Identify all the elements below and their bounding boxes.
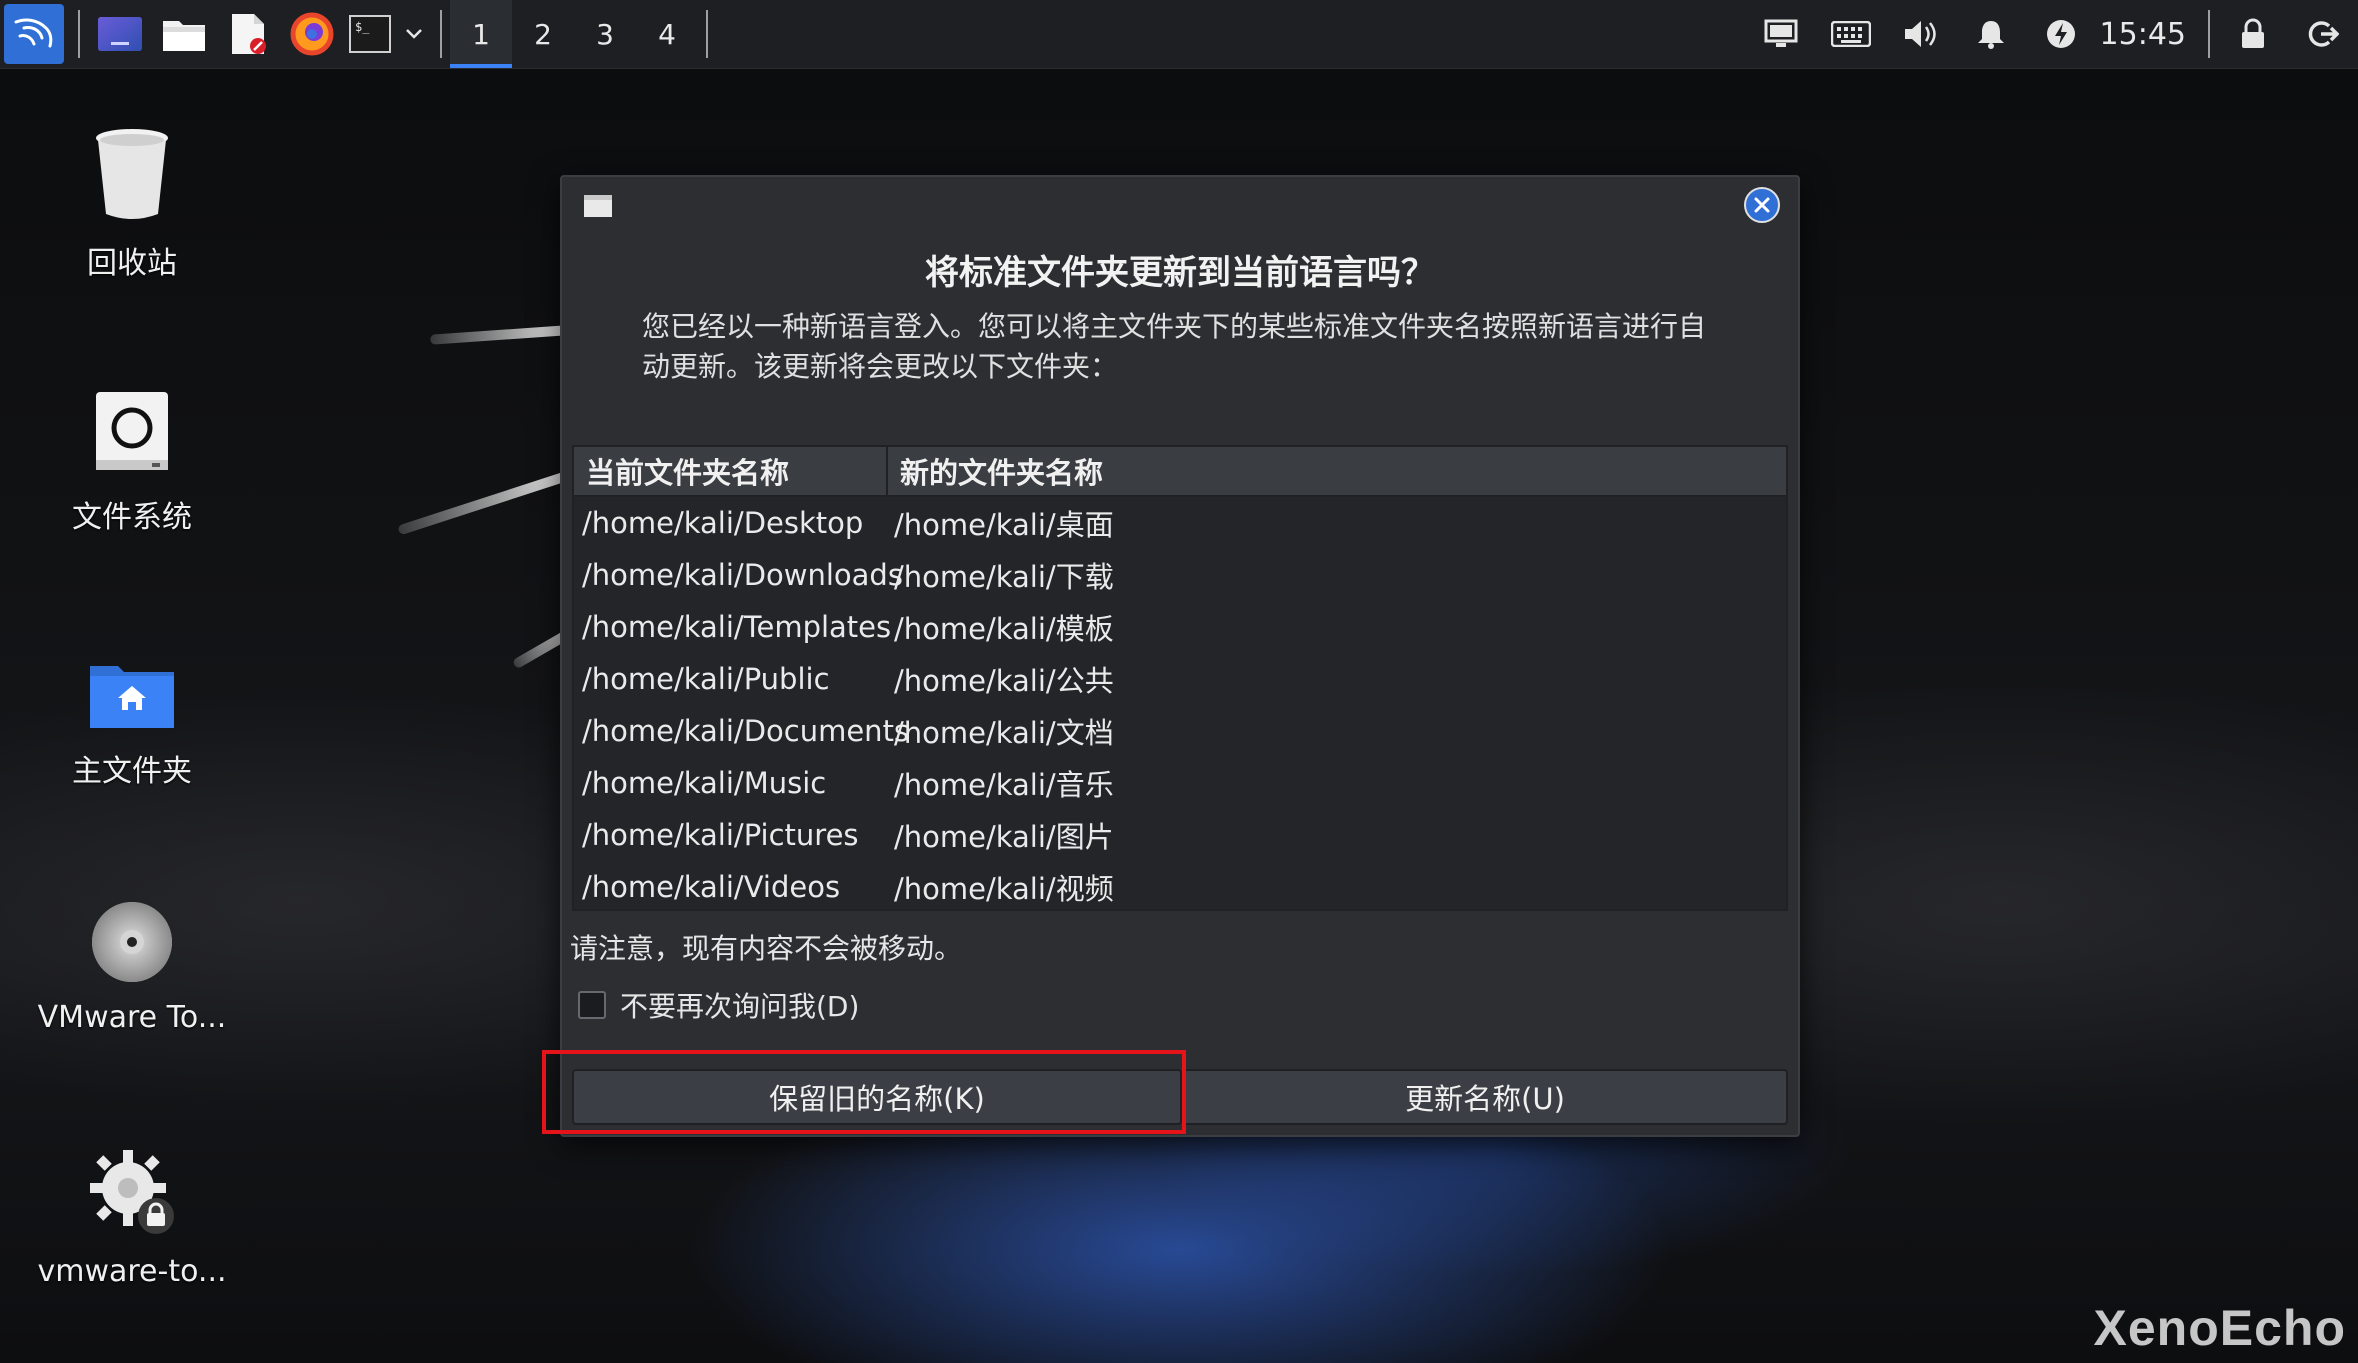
firefox-icon[interactable] (280, 0, 344, 68)
power-manager-icon[interactable] (2026, 0, 2096, 68)
current-folder-cell: /home/kali/Public (582, 662, 830, 696)
table-row[interactable]: /home/kali/Public /home/kali/公共 (574, 653, 1786, 705)
desktop-icon-label: 回收站 (87, 246, 177, 281)
table-row[interactable]: /home/kali/Downloads /home/kali/下载 (574, 549, 1786, 601)
table-header: 当前文件夹名称 新的文件夹名称 (574, 447, 1786, 497)
logout-icon[interactable] (2288, 0, 2358, 68)
column-header-new[interactable]: 新的文件夹名称 (888, 447, 1786, 495)
desktop-icon-filesystem[interactable]: 文件系统 (12, 366, 252, 536)
wallpaper-streak (429, 325, 571, 345)
table-row[interactable]: /home/kali/Pictures /home/kali/图片 (574, 809, 1786, 861)
desktop-icon-label: vmware-to... (37, 1254, 227, 1289)
terminal-icon[interactable]: $_ (344, 0, 396, 68)
folder-rename-table: 当前文件夹名称 新的文件夹名称 /home/kali/Desktop /home… (572, 445, 1788, 911)
new-folder-cell: /home/kali/公共 (894, 664, 1114, 698)
workspace-1-button[interactable]: 1 (450, 0, 512, 68)
desktop-icon-trash[interactable]: 回收站 (12, 112, 252, 282)
taskbar-left: $_ 1 2 3 4 (0, 0, 716, 68)
workspace-4-button[interactable]: 4 (636, 0, 698, 68)
desktop-icon-label: VMware To... (37, 1000, 227, 1035)
new-folder-cell: /home/kali/桌面 (894, 508, 1114, 542)
notification-bell-icon[interactable] (1956, 0, 2026, 68)
table-row[interactable]: /home/kali/Documents /home/kali/文档 (574, 705, 1786, 757)
update-folders-dialog: 将标准文件夹更新到当前语言吗？ 您已经以一种新语言登入。您可以将主文件夹下的某些… (560, 175, 1800, 1137)
table-row[interactable]: /home/kali/Videos /home/kali/视频 (574, 861, 1786, 913)
kali-menu-icon[interactable] (4, 4, 64, 64)
dialog-title: 将标准文件夹更新到当前语言吗？ (925, 253, 1435, 293)
window-icon (584, 195, 612, 217)
update-names-button[interactable]: 更新名称(U) (1182, 1069, 1788, 1125)
table-row[interactable]: /home/kali/Music /home/kali/音乐 (574, 757, 1786, 809)
taskbar-separator (706, 10, 708, 58)
new-folder-cell: /home/kali/下载 (894, 560, 1114, 594)
gear-lock-icon (12, 1128, 252, 1238)
workspace-3-button[interactable]: 3 (574, 0, 636, 68)
new-folder-cell: /home/kali/文档 (894, 716, 1114, 750)
desktop-icon-vmware-tools[interactable]: vmware-to... (12, 1128, 252, 1289)
current-folder-cell: /home/kali/Documents (582, 714, 910, 748)
system-tray: 15:45 (1746, 0, 2358, 68)
current-folder-cell: /home/kali/Music (582, 766, 827, 800)
new-folder-cell: /home/kali/图片 (894, 820, 1114, 854)
svg-text:$_: $_ (355, 20, 370, 34)
current-folder-cell: /home/kali/Videos (582, 870, 841, 904)
clock[interactable]: 15:45 (2096, 17, 2200, 52)
keyboard-icon[interactable] (1816, 0, 1886, 68)
taskbar-separator (78, 10, 80, 58)
watermark: XenoEcho (2093, 1300, 2346, 1356)
dropdown-chevron-icon[interactable] (396, 0, 432, 68)
current-folder-cell: /home/kali/Templates (582, 610, 892, 644)
new-folder-cell: /home/kali/模板 (894, 612, 1114, 646)
dialog-description: 您已经以一种新语言登入。您可以将主文件夹下的某些标准文件夹名按照新语言进行自动更… (642, 310, 1707, 383)
desktop-icon-home[interactable]: 主文件夹 (12, 620, 252, 790)
dont-ask-again-checkbox[interactable] (578, 991, 606, 1019)
cdrom-icon (12, 874, 252, 984)
current-folder-cell: /home/kali/Pictures (582, 818, 859, 852)
taskbar: $_ 1 2 3 4 15:45 (0, 0, 2358, 69)
new-folder-cell: /home/kali/音乐 (894, 768, 1114, 802)
workspace-2-button[interactable]: 2 (512, 0, 574, 68)
wallpaper-streak (397, 470, 572, 536)
filesystem-icon (12, 366, 252, 476)
current-folder-cell: /home/kali/Desktop (582, 506, 864, 540)
desktop-icon-vmware-cd[interactable]: VMware To... (12, 874, 252, 1035)
text-editor-icon[interactable] (216, 0, 280, 68)
desktop-show-icon[interactable] (88, 0, 152, 68)
desktop-icon-label: 文件系统 (72, 500, 192, 535)
trash-icon (12, 112, 252, 222)
column-header-current[interactable]: 当前文件夹名称 (574, 447, 888, 495)
taskbar-separator (440, 10, 442, 58)
close-icon[interactable] (1744, 187, 1780, 223)
current-folder-cell: /home/kali/Downloads (582, 558, 903, 592)
home-folder-icon (12, 620, 252, 730)
lock-icon[interactable] (2218, 0, 2288, 68)
content-not-moved-note: 请注意，现有内容不会被移动。 (570, 932, 963, 965)
table-row[interactable]: /home/kali/Templates /home/kali/模板 (574, 601, 1786, 653)
taskbar-separator (2208, 10, 2210, 58)
file-manager-icon[interactable] (152, 0, 216, 68)
volume-icon[interactable] (1886, 0, 1956, 68)
table-row[interactable]: /home/kali/Desktop /home/kali/桌面 (574, 497, 1786, 549)
new-folder-cell: /home/kali/视频 (894, 872, 1114, 906)
desktop-icon-label: 主文件夹 (72, 754, 192, 789)
dont-ask-again-row[interactable]: 不要再次询问我(D) (578, 985, 859, 1025)
dont-ask-again-label[interactable]: 不要再次询问我(D) (620, 985, 859, 1025)
display-icon[interactable] (1746, 0, 1816, 68)
highlight-annotation-box (542, 1050, 1186, 1134)
